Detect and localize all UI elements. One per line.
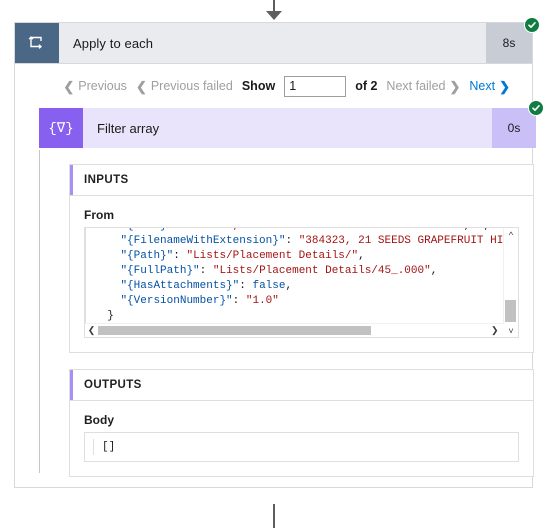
success-check-icon [528, 100, 544, 116]
scroll-up-icon[interactable]: ^ [504, 228, 518, 241]
code-horizontal-scrollbar[interactable]: ❮ [85, 323, 504, 337]
next-label: Next [469, 79, 496, 93]
chevron-right-icon: ❯ [499, 78, 510, 94]
inputs-body: From "{Name}": "384323, 21 SEEDS GRAPEFR… [70, 196, 533, 352]
body-label: Body [84, 413, 114, 427]
loop-repeat-icon [15, 23, 59, 63]
success-check-icon [524, 17, 540, 33]
outputs-panel: OUTPUTS Body [] [69, 369, 534, 477]
down-arrow-icon [266, 11, 282, 20]
scroll-corner: ❯ ˅ [491, 324, 518, 337]
horizontal-scroll-thumb[interactable] [98, 326, 371, 335]
filter-array-title: Filter array [97, 120, 160, 136]
previous-failed-button[interactable]: ❮ Previous failed [136, 79, 233, 93]
from-code-viewport: "{Name}": "384323, 21 SEEDS GRAPEFRUIT H… [85, 228, 504, 324]
inputs-panel: INPUTS From "{Name}": "384323, 21 SEEDS … [69, 164, 534, 353]
scroll-left-icon[interactable]: ❮ [85, 324, 98, 337]
from-code-box[interactable]: "{Name}": "384323, 21 SEEDS GRAPEFRUIT H… [84, 227, 519, 338]
chevron-left-icon: ❮ [135, 78, 147, 94]
outputs-header: OUTPUTS [70, 370, 533, 401]
inputs-header: INPUTS [70, 165, 533, 196]
page-total-label: of 2 [355, 79, 378, 93]
filter-array-wrapper: {∇} Filter array 0s INPUTS From "{Filena… [25, 100, 544, 477]
previous-button[interactable]: ❮ Previous [63, 79, 127, 93]
connector-bottom [273, 504, 275, 528]
from-code-content: "{Name}": "384323, 21 SEEDS GRAPEFRUIT H… [107, 228, 504, 322]
apply-to-each-title: Apply to each [73, 35, 154, 51]
outputs-body: Body [] [70, 401, 533, 476]
chevron-right-icon: ❯ [449, 78, 461, 94]
filter-array-duration: 0s [492, 108, 536, 148]
chevron-left-icon: ❮ [63, 78, 75, 94]
page-number-input[interactable] [284, 75, 347, 97]
next-button[interactable]: Next ❯ [469, 79, 510, 93]
next-failed-label: Next failed [386, 79, 446, 93]
code-vertical-scrollbar[interactable]: ^ [503, 228, 518, 324]
previous-label: Previous [78, 79, 127, 93]
body-value-box[interactable]: [] [84, 432, 519, 462]
scroll-right-icon[interactable]: ❯ [491, 325, 499, 336]
apply-to-each-card: Apply to each 8s ❮ Previous ❮ Previous f… [14, 17, 544, 488]
filter-array-icon: {∇} [39, 108, 83, 148]
apply-to-each-body: ❮ Previous ❮ Previous failed Show of 2 N… [14, 64, 544, 488]
next-failed-button[interactable]: Next failed ❯ [386, 79, 460, 93]
previous-failed-label: Previous failed [150, 79, 233, 93]
connector-top [0, 0, 547, 22]
show-label: Show [241, 79, 276, 93]
iteration-pager: ❮ Previous ❮ Previous failed Show of 2 N… [15, 64, 532, 108]
vertical-scroll-thumb[interactable] [505, 300, 516, 322]
body-value: [] [93, 439, 115, 455]
scroll-down-icon[interactable]: ˅ [508, 326, 513, 336]
apply-to-each-header[interactable]: Apply to each 8s [14, 17, 540, 64]
filter-array-card: {∇} Filter array 0s INPUTS From "{Filena… [39, 100, 544, 477]
from-label: From [84, 208, 114, 222]
filter-array-header[interactable]: {∇} Filter array 0s [39, 100, 544, 148]
